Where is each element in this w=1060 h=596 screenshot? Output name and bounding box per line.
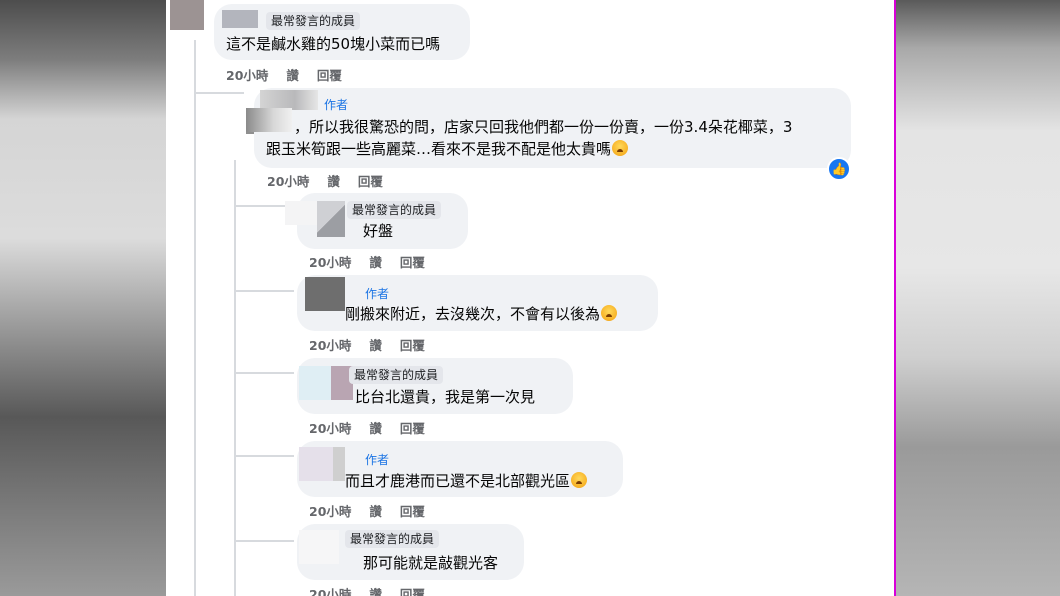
comment-actions: 20小時 讚 回覆 [309, 252, 425, 271]
comment-text: 那可能就是敲觀光客 [363, 554, 499, 572]
thread-line [234, 540, 294, 542]
timestamp[interactable]: 20小時 [309, 501, 351, 520]
name-pixelated [333, 447, 345, 481]
like-button[interactable]: 讚 [369, 252, 382, 271]
comment-bubble: 作者 而且才鹿港而已還不是北部觀光區 [297, 441, 623, 497]
reply-button[interactable]: 回覆 [400, 252, 425, 271]
comment-actions: 20小時 讚 回覆 [309, 418, 425, 437]
like-button[interactable]: 讚 [369, 501, 382, 520]
comment-bubble: 作者 剛搬來附近，去沒幾次，不會有以後為 [297, 275, 658, 331]
blurred-background-right [896, 0, 1060, 596]
author-label: 作者 [365, 287, 390, 301]
comment-bubble: 最常發言的成員 那可能就是敲觀光客 [297, 524, 524, 580]
name-pixelated [317, 201, 345, 237]
comment-text: 剛搬來附近，去沒幾次，不會有以後為 [345, 305, 601, 323]
comment-text: 好盤 [363, 222, 394, 240]
comment-text-line2: 跟玉米筍跟一些高麗菜…看來不是我不配是他太貴嗎 [266, 138, 629, 160]
author-label: 作者 [324, 98, 349, 112]
crying-face-icon [612, 140, 629, 156]
comment-text: ，所以我很驚恐的問，店家只回我他們都一份一份賣，一份3.4朵花椰菜，3 [294, 118, 793, 136]
comment-thread-panel: 最常發言的成員 這不是鹹水雞的50塊小菜而已嗎 20小時 讚 回覆 作者 ，所以… [166, 0, 896, 596]
name-pixelated[interactable] [222, 10, 258, 28]
comment-actions: 20小時 讚 回覆 [309, 335, 425, 354]
reply-button[interactable]: 回覆 [358, 171, 383, 190]
comment-bubble: 最常發言的成員 好盤 [285, 193, 468, 249]
like-button[interactable]: 讚 [369, 584, 382, 596]
comment-actions: 20小時 讚 回覆 [309, 501, 425, 520]
comment-actions: 20小時 讚 回覆 [267, 171, 383, 190]
avatar[interactable] [299, 530, 339, 564]
thread-line [234, 455, 294, 457]
like-button[interactable]: 讚 [286, 65, 299, 84]
comment-text: 這不是鹹水雞的50塊小菜而已嗎 [226, 35, 441, 53]
avatar[interactable] [299, 447, 333, 481]
avatar[interactable] [299, 366, 331, 400]
like-button[interactable]: 讚 [369, 335, 382, 354]
comment-bubble: 作者 ，所以我很驚恐的問，店家只回我他們都一份一份賣，一份3.4朵花椰菜，3 跟… [246, 88, 851, 168]
comment-actions: 20小時 讚 回覆 [226, 65, 342, 84]
reply-button[interactable]: 回覆 [400, 584, 425, 596]
comment-bubble: 最常發言的成員 比台北還貴，我是第一次見 [297, 358, 573, 414]
name-pixelated [246, 108, 292, 132]
timestamp[interactable]: 20小時 [267, 171, 309, 190]
thread-line [234, 372, 294, 374]
thumbs-up-icon[interactable]: 👍 [827, 157, 851, 181]
author-label: 作者 [365, 453, 390, 467]
comment-actions: 20小時 讚 回覆 [309, 584, 425, 596]
timestamp[interactable]: 20小時 [309, 252, 351, 271]
reply-button[interactable]: 回覆 [317, 65, 342, 84]
top-fan-badge: 最常發言的成員 [345, 530, 440, 548]
crying-face-icon [601, 305, 618, 321]
reply-button[interactable]: 回覆 [400, 335, 425, 354]
name-pixelated[interactable] [260, 90, 318, 110]
thread-line [234, 160, 236, 596]
top-fan-badge: 最常發言的成員 [349, 366, 444, 384]
comment-text-line: 跟玉米筍跟一些高麗菜…看來不是我不配是他太貴嗎 [266, 140, 612, 158]
thread-line [194, 92, 244, 94]
comment-text: 而且才鹿港而已還不是北部觀光區 [345, 472, 571, 490]
timestamp[interactable]: 20小時 [309, 584, 351, 596]
timestamp[interactable]: 20小時 [309, 418, 351, 437]
like-button[interactable]: 讚 [369, 418, 382, 437]
thread-line [194, 40, 196, 596]
top-fan-badge: 最常發言的成員 [347, 201, 442, 219]
reply-button[interactable]: 回覆 [400, 501, 425, 520]
comment-text-line: 而且才鹿港而已還不是北部觀光區 [345, 470, 588, 492]
avatar[interactable] [305, 277, 345, 311]
comment-text: 比台北還貴，我是第一次見 [355, 388, 536, 406]
comment-bubble: 最常發言的成員 這不是鹹水雞的50塊小菜而已嗎 [214, 4, 470, 60]
reply-button[interactable]: 回覆 [400, 418, 425, 437]
comment-text-line: 剛搬來附近，去沒幾次，不會有以後為 [345, 303, 618, 325]
panel-border [894, 0, 896, 596]
thread-line [234, 290, 294, 292]
timestamp[interactable]: 20小時 [309, 335, 351, 354]
crying-face-icon [571, 472, 588, 488]
avatar[interactable] [170, 0, 204, 30]
blurred-background-left [0, 0, 166, 596]
timestamp[interactable]: 20小時 [226, 65, 268, 84]
top-fan-badge: 最常發言的成員 [266, 12, 361, 30]
like-button[interactable]: 讚 [327, 171, 340, 190]
